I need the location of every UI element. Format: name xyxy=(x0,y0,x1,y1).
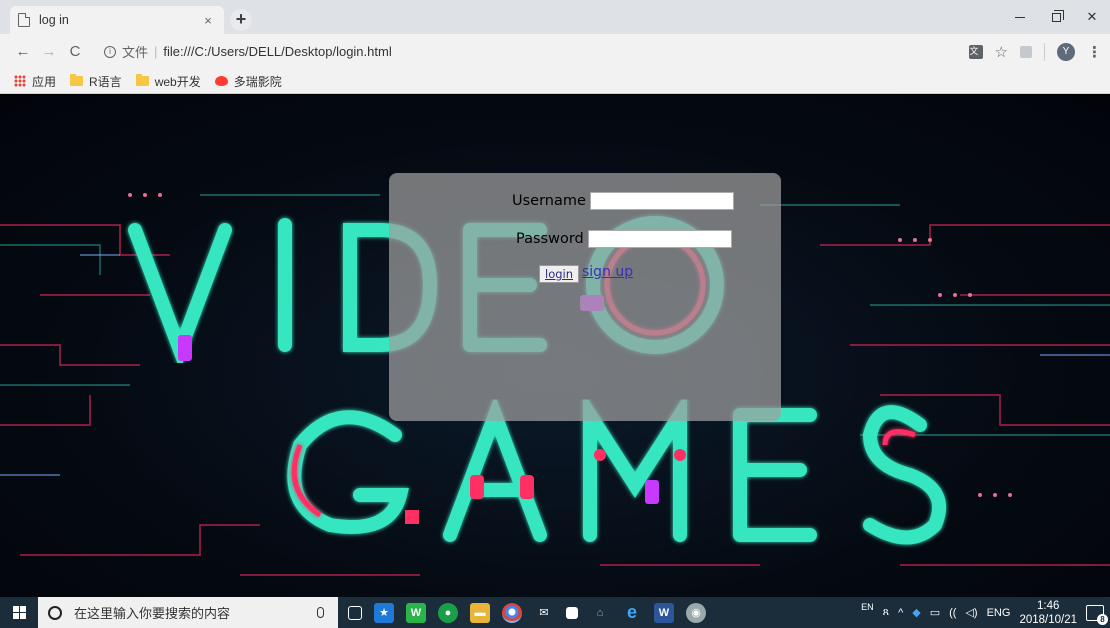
browser-toolbar: ← → C i 文件 | file:///C:/Users/DELL/Deskt… xyxy=(0,34,1110,69)
minimize-icon xyxy=(1015,16,1025,18)
bookmark-label: web开发 xyxy=(154,74,201,89)
login-button[interactable]: login xyxy=(539,265,580,283)
password-input[interactable] xyxy=(587,230,732,248)
windows-taskbar: 在这里输入你要搜索的内容 ★ W ● ▬ ✉ ⌂ e W ◉ EN ጸ ^ ◆ … xyxy=(0,597,1110,628)
taskbar-search[interactable]: 在这里输入你要搜索的内容 xyxy=(38,597,338,628)
microphone-icon[interactable] xyxy=(317,607,324,618)
chevron-up-icon[interactable]: ^ xyxy=(898,607,903,619)
mail-icon[interactable]: ✉ xyxy=(534,603,554,623)
restore-button[interactable] xyxy=(1038,0,1074,34)
pill-icon xyxy=(214,76,228,86)
forward-button[interactable]: → xyxy=(36,43,62,60)
language-indicator[interactable]: ENG xyxy=(987,607,1011,619)
clock[interactable]: 1:46 2018/10/21 xyxy=(1019,599,1077,627)
username-row: Username xyxy=(512,192,734,210)
network-app-icon[interactable]: ⌂ xyxy=(590,603,610,623)
window-controls: ✕ xyxy=(1002,0,1110,34)
wechat-icon[interactable]: W xyxy=(406,602,426,623)
notifications-icon[interactable]: 8 xyxy=(1086,604,1108,625)
bookmark-label: 多瑞影院 xyxy=(233,74,282,89)
bookmark-apps[interactable]: 应用 xyxy=(14,73,56,90)
password-label: Password xyxy=(516,231,584,247)
reload-button[interactable]: C xyxy=(62,43,88,60)
edge-icon[interactable]: e xyxy=(622,602,642,623)
info-icon[interactable]: i xyxy=(104,45,116,58)
tab-strip: log in × + ✕ xyxy=(0,0,1110,34)
app-square-icon[interactable] xyxy=(566,606,578,619)
windows-logo-icon xyxy=(12,606,26,619)
password-row: Password xyxy=(516,230,732,248)
ime-indicator[interactable]: EN xyxy=(861,602,874,612)
app-circle-icon[interactable]: ● xyxy=(438,602,458,623)
url-separator: | xyxy=(154,44,158,59)
wifi-icon[interactable]: (( xyxy=(949,607,956,619)
bookmark-star-icon[interactable]: ☆ xyxy=(995,43,1008,61)
start-button[interactable] xyxy=(0,597,38,628)
chrome-icon[interactable] xyxy=(502,602,522,623)
minimize-button[interactable] xyxy=(1002,0,1038,34)
login-form-panel: Username Password login sign up xyxy=(389,173,781,421)
system-tray: EN ጸ ^ ◆ ▭ (( ◁) ENG 1:46 2018/10/21 8 xyxy=(861,599,1110,627)
profile-avatar[interactable]: Y xyxy=(1057,42,1075,61)
address-bar[interactable]: i 文件 | file:///C:/Users/DELL/Desktop/log… xyxy=(104,39,949,64)
page-icon xyxy=(18,13,30,27)
folder-icon xyxy=(135,74,149,86)
file-explorer-icon[interactable]: ▬ xyxy=(470,602,490,623)
new-tab-button[interactable]: + xyxy=(230,9,252,31)
browser-tab[interactable]: log in × xyxy=(10,6,224,34)
bookmark-duorui-cinema[interactable]: 多瑞影院 xyxy=(214,73,282,90)
volume-icon[interactable]: ◁) xyxy=(965,606,977,619)
bookmarks-bar: 应用 R语言 web开发 多瑞影院 xyxy=(0,69,1110,94)
notifications-count: 8 xyxy=(1097,613,1108,625)
cortana-icon xyxy=(48,605,62,620)
translate-icon[interactable] xyxy=(968,44,983,59)
tray-app-icon[interactable]: ◆ xyxy=(912,606,920,619)
url-text[interactable]: file:///C:/Users/DELL/Desktop/login.html xyxy=(163,44,391,59)
folder-icon xyxy=(70,74,84,86)
people-icon[interactable]: ጸ xyxy=(883,606,889,619)
search-placeholder: 在这里输入你要搜索的内容 xyxy=(74,606,231,621)
username-input[interactable] xyxy=(589,192,734,210)
menu-icon[interactable]: ⋮ xyxy=(1087,43,1102,61)
clock-date: 2018/10/21 xyxy=(1019,613,1077,626)
close-icon: ✕ xyxy=(1086,9,1098,24)
close-window-button[interactable]: ✕ xyxy=(1074,0,1110,34)
app-globe-icon[interactable]: ◉ xyxy=(686,602,706,623)
url-scheme-label: 文件 xyxy=(122,45,149,60)
page-viewport: Username Password login sign up xyxy=(0,95,1110,597)
clock-time: 1:46 xyxy=(1037,599,1060,612)
sign-up-link[interactable]: sign up xyxy=(582,264,633,280)
tab-close-icon[interactable]: × xyxy=(200,13,216,28)
bookmark-r-language[interactable]: R语言 xyxy=(70,73,122,90)
toolbar-divider xyxy=(1044,42,1045,61)
word-icon[interactable]: W xyxy=(654,602,674,623)
bookmark-web-dev[interactable]: web开发 xyxy=(135,73,201,90)
username-label: Username xyxy=(512,193,586,209)
pinned-apps: ★ W ● ▬ ✉ ⌂ e W ◉ xyxy=(348,602,706,623)
battery-icon[interactable]: ▭ xyxy=(930,606,940,619)
app-star-icon[interactable]: ★ xyxy=(374,602,394,623)
bookmark-label: 应用 xyxy=(32,74,57,89)
toolbar-actions: ☆ Y ⋮ xyxy=(968,34,1102,69)
apps-icon xyxy=(14,75,26,87)
tab-title: log in xyxy=(39,13,69,27)
back-button[interactable]: ← xyxy=(10,43,36,60)
bookmark-label: R语言 xyxy=(89,74,122,89)
task-view-icon[interactable] xyxy=(348,605,362,620)
extension-icon[interactable] xyxy=(1020,45,1032,58)
restore-icon xyxy=(1051,9,1064,22)
